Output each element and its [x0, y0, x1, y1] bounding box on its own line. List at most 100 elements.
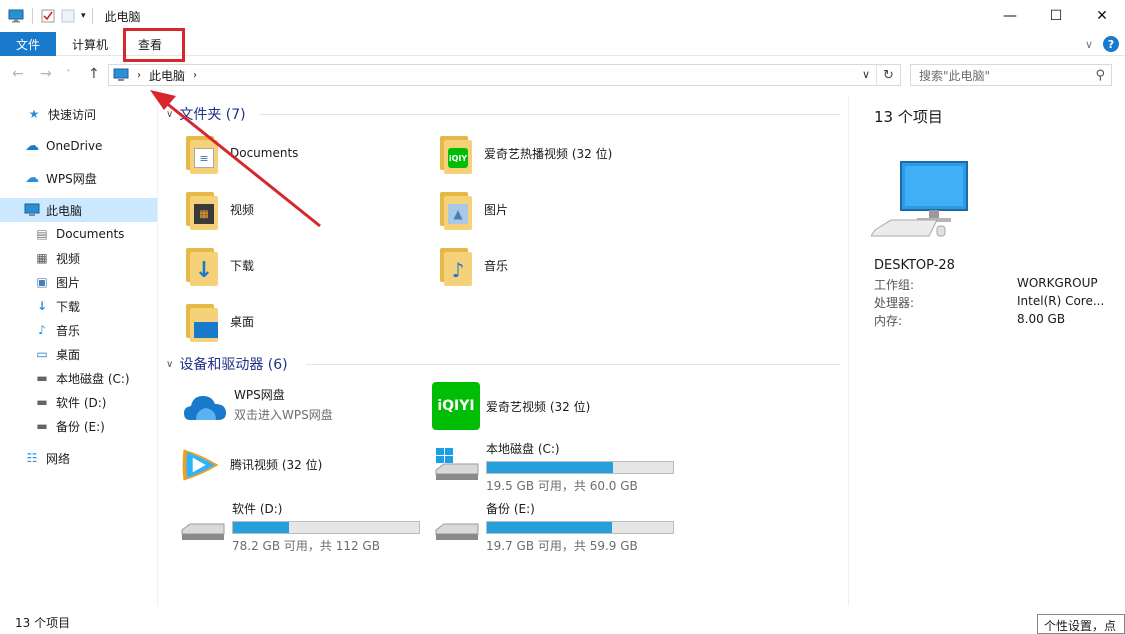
up-icon[interactable]: ↑	[88, 66, 100, 82]
divider	[260, 114, 840, 115]
group-header-folders[interactable]: ∨ 文件夹 (7)	[166, 104, 246, 124]
sidebar-item-drive-d[interactable]: ▬ 软件 (D:)	[0, 390, 157, 414]
chevron-down-icon[interactable]: ∨	[166, 109, 173, 120]
drive-icon	[435, 523, 479, 540]
tab-file[interactable]: 文件	[0, 32, 56, 56]
device-label: 本地磁盘 (C:)	[486, 442, 560, 456]
folder-icon: ▦	[184, 188, 220, 230]
status-item-count: 13 个项目	[15, 615, 71, 630]
device-drive-e[interactable]: 备份 (E:) 19.7 GB 可用，共 59.9 GB	[434, 500, 674, 554]
image-icon: ▣	[36, 275, 48, 289]
breadcrumb-separator-icon[interactable]: ›	[193, 70, 197, 81]
folder-pictures[interactable]: ▲ 图片	[438, 188, 508, 230]
drive-icon: ▬	[36, 371, 48, 385]
folder-label: 桌面	[230, 314, 255, 329]
breadcrumb-separator-icon[interactable]: ›	[137, 70, 141, 81]
divider	[91, 8, 93, 24]
folder-icon: iQIY	[438, 132, 474, 174]
refresh-icon[interactable]: ↻	[876, 65, 900, 85]
group-header-devices[interactable]: ∨ 设备和驱动器 (6)	[166, 354, 288, 374]
recent-locations-icon[interactable]: ˅	[66, 69, 71, 80]
address-dropdown-icon[interactable]: ∨	[862, 68, 870, 81]
sidebar-item-network[interactable]: ☷ 网络	[0, 446, 157, 470]
sidebar-item-label: 本地磁盘 (C:)	[56, 371, 130, 386]
sidebar-item-label: 下载	[56, 299, 81, 314]
iqiyi-icon: iQIYI	[432, 382, 480, 430]
navigation-bar: ← → ˅ ↑ › 此电脑 › ∨ ↻ 搜索"此电脑" ⚲	[0, 60, 1125, 90]
video-icon: ▦	[36, 251, 48, 265]
ribbon-right: ∨ ?	[1085, 36, 1119, 52]
device-subtitle: 19.7 GB 可用，共 59.9 GB	[486, 539, 638, 553]
device-subtitle: 19.5 GB 可用，共 60.0 GB	[486, 479, 638, 493]
sidebar-item-desktop[interactable]: ▭ 桌面	[0, 342, 157, 366]
computer-icon	[113, 68, 129, 81]
folder-videos[interactable]: ▦ 视频	[184, 188, 254, 230]
cloud-icon: ☁	[25, 170, 39, 186]
chevron-down-icon[interactable]: ∨	[166, 359, 173, 370]
drive-usage-bar	[486, 521, 674, 534]
sidebar-item-pictures[interactable]: ▣ 图片	[0, 270, 157, 294]
maximize-button[interactable]: ☐	[1033, 0, 1079, 32]
new-folder-icon[interactable]	[61, 9, 75, 23]
sidebar-item-drive-c[interactable]: ▬ 本地磁盘 (C:)	[0, 366, 157, 390]
device-wps[interactable]: WPS网盘 双击进入WPS网盘	[182, 386, 333, 432]
sidebar-item-this-pc[interactable]: 此电脑	[0, 198, 157, 222]
device-label: 腾讯视频 (32 位)	[230, 458, 323, 472]
detail-value: 8.00 GB	[1017, 312, 1066, 326]
status-bar: 13 个项目	[0, 610, 1125, 634]
drive-usage-fill	[233, 522, 290, 533]
sidebar-item-downloads[interactable]: ↓ 下载	[0, 294, 157, 318]
device-drive-d[interactable]: 软件 (D:) 78.2 GB 可用，共 112 GB	[180, 500, 420, 554]
download-icon: ↓	[36, 299, 48, 313]
back-icon[interactable]: ←	[12, 66, 24, 82]
help-icon[interactable]: ?	[1103, 36, 1119, 52]
properties-icon[interactable]	[41, 9, 55, 23]
device-iqiyi[interactable]: iQIYI 爱奇艺视频 (32 位)	[432, 382, 590, 430]
device-label: WPS网盘	[234, 388, 285, 402]
star-icon: ★	[28, 107, 40, 121]
sidebar-item-drive-e[interactable]: ▬ 备份 (E:)	[0, 414, 157, 438]
detail-key: 处理器:	[874, 296, 915, 310]
sidebar-item-onedrive[interactable]: ☁ OneDrive	[0, 134, 157, 158]
folder-documents[interactable]: ≡ Documents	[184, 132, 298, 174]
sidebar-item-wps[interactable]: ☁ WPS网盘	[0, 166, 157, 190]
breadcrumb[interactable]: 此电脑	[149, 67, 185, 84]
computer-icon	[8, 9, 24, 23]
search-input[interactable]: 搜索"此电脑" ⚲	[910, 64, 1112, 86]
close-button[interactable]: ✕	[1079, 0, 1125, 32]
sidebar-item-documents[interactable]: ▤ Documents	[0, 222, 157, 246]
device-drive-c[interactable]: 本地磁盘 (C:) 19.5 GB 可用，共 60.0 GB	[434, 440, 674, 494]
document-icon: ▤	[36, 227, 48, 241]
drive-icon	[181, 523, 225, 540]
sidebar-item-label: Documents	[56, 227, 125, 241]
folder-iqiyi-hot[interactable]: iQIY 爱奇艺热播视频 (32 位)	[438, 132, 612, 174]
sidebar-item-videos[interactable]: ▦ 视频	[0, 246, 157, 270]
folder-icon: ↓	[184, 244, 220, 286]
search-icon[interactable]: ⚲	[1095, 68, 1105, 83]
window-title: 此电脑	[104, 9, 141, 24]
folder-label: 音乐	[484, 258, 509, 273]
sidebar-item-quick-access[interactable]: ★ 快速访问	[0, 102, 157, 126]
drive-usage-fill	[487, 462, 613, 473]
forward-icon[interactable]: →	[40, 66, 52, 82]
computer-icon	[24, 203, 40, 216]
sidebar-item-label: 备份 (E:)	[56, 419, 105, 434]
folder-music[interactable]: ♪ 音乐	[438, 244, 508, 286]
device-tencent[interactable]: 腾讯视频 (32 位)	[178, 442, 322, 488]
address-bar[interactable]: › 此电脑 › ∨ ↻	[108, 64, 901, 86]
search-placeholder: 搜索"此电脑"	[919, 68, 991, 83]
expand-ribbon-icon[interactable]: ∨	[1085, 38, 1093, 51]
divider	[306, 364, 840, 365]
device-label: 软件 (D:)	[232, 502, 283, 516]
sidebar-item-label: 音乐	[56, 323, 81, 338]
sidebar-item-label: 桌面	[56, 347, 81, 362]
folder-downloads[interactable]: ↓ 下载	[184, 244, 254, 286]
tencent-video-icon	[182, 449, 219, 481]
tab-computer[interactable]: 计算机	[62, 32, 118, 56]
sidebar-item-music[interactable]: ♪ 音乐	[0, 318, 157, 342]
sidebar-item-label: 快速访问	[48, 107, 97, 122]
navigation-pane: ★ 快速访问 ☁ OneDrive ☁ WPS网盘 此电脑 ▤ Document…	[0, 96, 158, 606]
minimize-button[interactable]: —	[987, 0, 1033, 32]
folder-desktop[interactable]: 桌面	[184, 300, 254, 342]
customize-dropdown-icon[interactable]: ▾	[81, 11, 86, 21]
